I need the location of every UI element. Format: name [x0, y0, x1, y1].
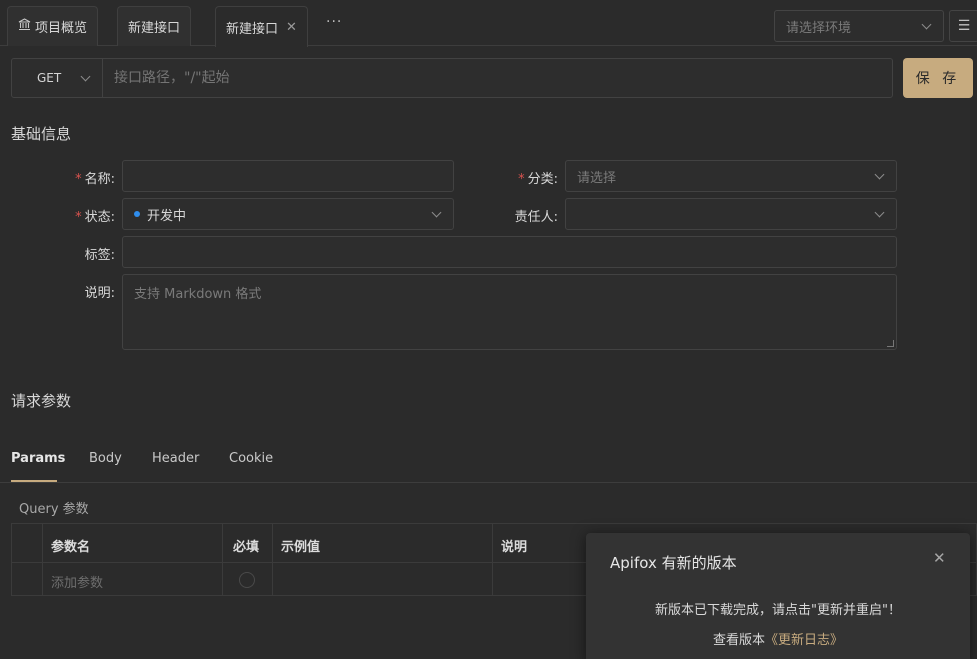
update-notification: Apifox 有新的版本 ✕ 新版本已下载完成，请点击"更新并重启"！ 查看版本… [586, 533, 970, 659]
status-label: * 状态: [75, 210, 115, 225]
tab-params[interactable]: Params [11, 451, 65, 466]
description-textarea[interactable]: 支持 Markdown 格式 [122, 274, 897, 350]
notification-message: 新版本已下载完成，请点击"更新并重启"！ [655, 603, 901, 618]
more-tabs-button[interactable]: ··· [326, 14, 342, 30]
tab-label: 新建接口 [128, 21, 181, 36]
required-mark: * [75, 172, 82, 187]
status-value: 开发中 [147, 208, 187, 224]
column-header-description: 说明 [501, 540, 528, 555]
tags-field[interactable] [122, 236, 897, 268]
tab-label: 新建接口 [226, 21, 279, 37]
tab-bar: 项目概览 新建接口 新建接口 ✕ ··· 请选择环境 ☰ [0, 0, 977, 47]
column-divider [42, 524, 43, 595]
chevron-down-icon [874, 207, 885, 218]
chevron-down-icon [80, 71, 91, 82]
query-params-label: Query 参数 [19, 502, 89, 517]
changelog-link[interactable]: 《更新日志》 [765, 633, 843, 648]
resize-handle-icon[interactable] [887, 340, 894, 347]
bank-icon [18, 18, 31, 35]
tags-label: 标签: [84, 248, 115, 263]
tab-body[interactable]: Body [89, 451, 122, 466]
description-placeholder: 支持 Markdown 格式 [134, 287, 262, 302]
tab-new-api-2[interactable]: 新建接口 ✕ [215, 6, 308, 47]
save-button[interactable]: 保 存 [903, 58, 973, 98]
active-tab-indicator [11, 480, 57, 482]
column-header-required: 必填 [233, 540, 260, 555]
tab-new-api-1[interactable]: 新建接口 [117, 6, 192, 46]
status-select[interactable]: 开发中 [122, 198, 454, 230]
environment-select-placeholder: 请选择环境 [786, 20, 852, 36]
category-placeholder: 请选择 [577, 170, 617, 186]
request-bar: GET [11, 58, 893, 98]
menu-list-button[interactable]: ☰ [949, 10, 977, 42]
path-input[interactable] [104, 59, 892, 97]
tab-header[interactable]: Header [152, 451, 199, 466]
request-params-title: 请求参数 [11, 392, 72, 410]
owner-label: 责任人: [514, 210, 558, 225]
chevron-down-icon [431, 207, 442, 218]
column-header-param-name: 参数名 [51, 540, 91, 555]
basic-info-title: 基础信息 [11, 125, 72, 143]
close-icon[interactable]: ✕ [933, 549, 946, 567]
column-divider [492, 524, 493, 595]
column-header-example: 示例值 [281, 540, 321, 555]
tab-project-overview[interactable]: 项目概览 [7, 6, 99, 46]
environment-select[interactable]: 请选择环境 [774, 10, 944, 42]
name-field[interactable] [122, 160, 454, 192]
category-label: * 分类: [518, 172, 558, 187]
chevron-down-icon [921, 19, 932, 30]
required-mark: * [518, 172, 525, 187]
method-select[interactable]: GET [12, 59, 103, 97]
tab-cookie[interactable]: Cookie [229, 451, 273, 466]
category-select[interactable]: 请选择 [565, 160, 897, 192]
list-icon: ☰ [957, 18, 971, 34]
add-param-input[interactable]: 添加参数 [51, 572, 103, 591]
description-label: 说明: [84, 286, 115, 301]
column-divider [272, 524, 273, 595]
close-icon[interactable]: ✕ [286, 20, 297, 35]
notification-title: Apifox 有新的版本 [610, 554, 737, 572]
notification-link-prefix: 查看版本 [712, 633, 765, 648]
name-label: * 名称: [75, 172, 115, 187]
notification-link-line: 查看版本《更新日志》 [586, 629, 970, 648]
chevron-down-icon [874, 169, 885, 180]
method-value: GET [37, 71, 62, 85]
required-checkbox[interactable] [239, 572, 255, 588]
tab-label: 项目概览 [35, 21, 88, 36]
owner-select[interactable] [565, 198, 897, 230]
status-dot [134, 211, 140, 217]
tabs-divider [0, 482, 977, 483]
column-divider [222, 524, 223, 595]
required-mark: * [75, 210, 82, 225]
